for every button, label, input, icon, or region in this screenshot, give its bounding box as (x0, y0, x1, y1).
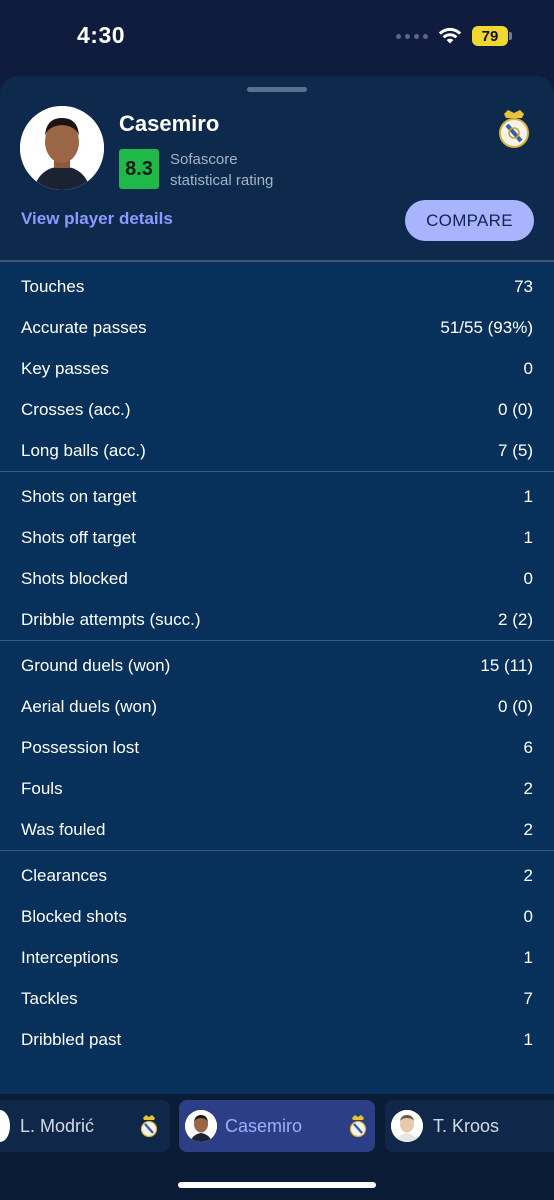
player-tab-label: Casemiro (225, 1115, 303, 1136)
player-tab-modric[interactable]: L. Modrić (0, 1100, 170, 1152)
stat-value: 0 (0) (498, 696, 533, 716)
stat-label: Ground duels (won) (21, 655, 171, 675)
stat-label: Shots off target (21, 527, 136, 547)
stats-group: Touches 73 Accurate passes 51/55 (93%) Key p… (0, 262, 554, 472)
stat-row: Accurate passes 51/55 (93%) (0, 307, 554, 348)
status-icons: 79 (396, 26, 512, 46)
stat-label: Dribbled past (21, 1029, 122, 1049)
rating-caption: Sofascore statistical rating (170, 149, 330, 191)
stat-value: 73 (514, 276, 533, 296)
stat-value: 2 (523, 778, 533, 798)
stat-value: 7 (5) (498, 440, 533, 460)
stat-label: Aerial duels (won) (21, 696, 158, 716)
stat-row: Was fouled 2 (0, 809, 554, 850)
stat-label: Possession lost (21, 737, 140, 757)
stat-value: 1 (523, 486, 533, 506)
player-switcher: L. Modrić Casemiro T. Kroos (0, 1094, 554, 1200)
stat-value: 0 (523, 358, 533, 378)
stat-row: Interceptions 1 (0, 937, 554, 978)
stat-value: 2 (523, 865, 533, 885)
stat-value: 51/55 (93%) (440, 317, 533, 337)
stat-label: Tackles (21, 988, 78, 1008)
status-bar: 4:30 79 (0, 0, 554, 76)
stat-row: Fouls 2 (0, 768, 554, 809)
stat-row: Long balls (acc.) 7 (5) (0, 430, 554, 471)
stat-value: 6 (523, 737, 533, 757)
player-avatar-icon (185, 1110, 217, 1142)
stat-row: Ground duels (won) 15 (11) (0, 645, 554, 686)
rating-caption-line2: statistical rating (170, 172, 274, 189)
player-tab-label: T. Kroos (433, 1115, 500, 1136)
team-crest-icon (140, 1115, 158, 1138)
stat-row: Dribble attempts (succ.) 2 (2) (0, 599, 554, 640)
player-name: Casemiro (119, 111, 220, 136)
stat-value: 7 (523, 988, 533, 1008)
stat-row: Shots off target 1 (0, 517, 554, 558)
stat-label: Touches (21, 276, 85, 296)
stat-label: Was fouled (21, 819, 106, 839)
stats-group: Ground duels (won) 15 (11) Aerial duels (w… (0, 641, 554, 851)
stat-row: Touches 73 (0, 266, 554, 307)
stat-row: Possession lost 6 (0, 727, 554, 768)
player-tab-label: L. Modrić (20, 1115, 95, 1136)
player-avatar-icon (391, 1110, 423, 1142)
stat-value: 0 (523, 568, 533, 588)
stats-list: Touches 73 Accurate passes 51/55 (93%) Key p… (0, 262, 554, 1094)
stat-value: 0 (0) (498, 399, 533, 419)
player-tab-kroos[interactable]: T. Kroos (385, 1100, 554, 1152)
battery-icon: 79 (472, 26, 512, 46)
stat-label: Interceptions (21, 947, 119, 967)
stat-value: 15 (11) (480, 655, 533, 675)
stat-row: Blocked shots 0 (0, 896, 554, 937)
stat-row: Shots on target 1 (0, 476, 554, 517)
player-tab-casemiro[interactable]: Casemiro (179, 1100, 375, 1152)
stats-group: Clearances 2 Blocked shots 0 Interceptions 1 T… (0, 851, 554, 1060)
stat-value: 0 (523, 906, 533, 926)
stat-row: Crosses (acc.) 0 (0) (0, 389, 554, 430)
cellular-signal-icon (396, 33, 428, 39)
stat-row: Shots blocked 0 (0, 558, 554, 599)
rating-caption-line1: Sofascore (170, 151, 238, 168)
stat-row: Dribbled past 1 (0, 1019, 554, 1060)
stat-label: Long balls (acc.) (21, 440, 146, 460)
stat-value: 1 (523, 527, 533, 547)
stat-label: Key passes (21, 358, 109, 378)
home-indicator (178, 1182, 376, 1188)
view-player-details-link[interactable]: View player details (21, 209, 173, 229)
stat-row: Aerial duels (won) 0 (0) (0, 686, 554, 727)
stat-label: Clearances (21, 865, 107, 885)
wifi-icon (438, 27, 462, 44)
team-crest-icon[interactable] (498, 108, 530, 150)
stat-label: Shots blocked (21, 568, 128, 588)
player-avatar (20, 106, 104, 190)
player-avatar-icon (0, 1110, 10, 1142)
stat-value: 2 (2) (498, 609, 533, 629)
rating-badge: 8.3 (119, 149, 159, 189)
stat-value: 1 (523, 947, 533, 967)
stat-row: Clearances 2 (0, 855, 554, 896)
stat-label: Accurate passes (21, 317, 147, 337)
stat-label: Fouls (21, 778, 63, 798)
stat-label: Shots on target (21, 486, 137, 506)
stat-row: Key passes 0 (0, 348, 554, 389)
team-crest-icon (349, 1115, 367, 1138)
stat-label: Blocked shots (21, 906, 127, 926)
stat-value: 1 (523, 1029, 533, 1049)
stat-value: 2 (523, 819, 533, 839)
stats-group: Shots on target 1 Shots off target 1 Shots b… (0, 472, 554, 641)
player-stats-sheet: Casemiro 8.3 Sofascore statistical ratin… (0, 76, 554, 1200)
sheet-grabber[interactable] (247, 87, 307, 92)
status-time: 4:30 (77, 22, 126, 48)
stat-row: Tackles 7 (0, 978, 554, 1019)
compare-button[interactable]: COMPARE (405, 200, 534, 241)
stat-label: Dribble attempts (succ.) (21, 609, 201, 629)
stat-label: Crosses (acc.) (21, 399, 131, 419)
